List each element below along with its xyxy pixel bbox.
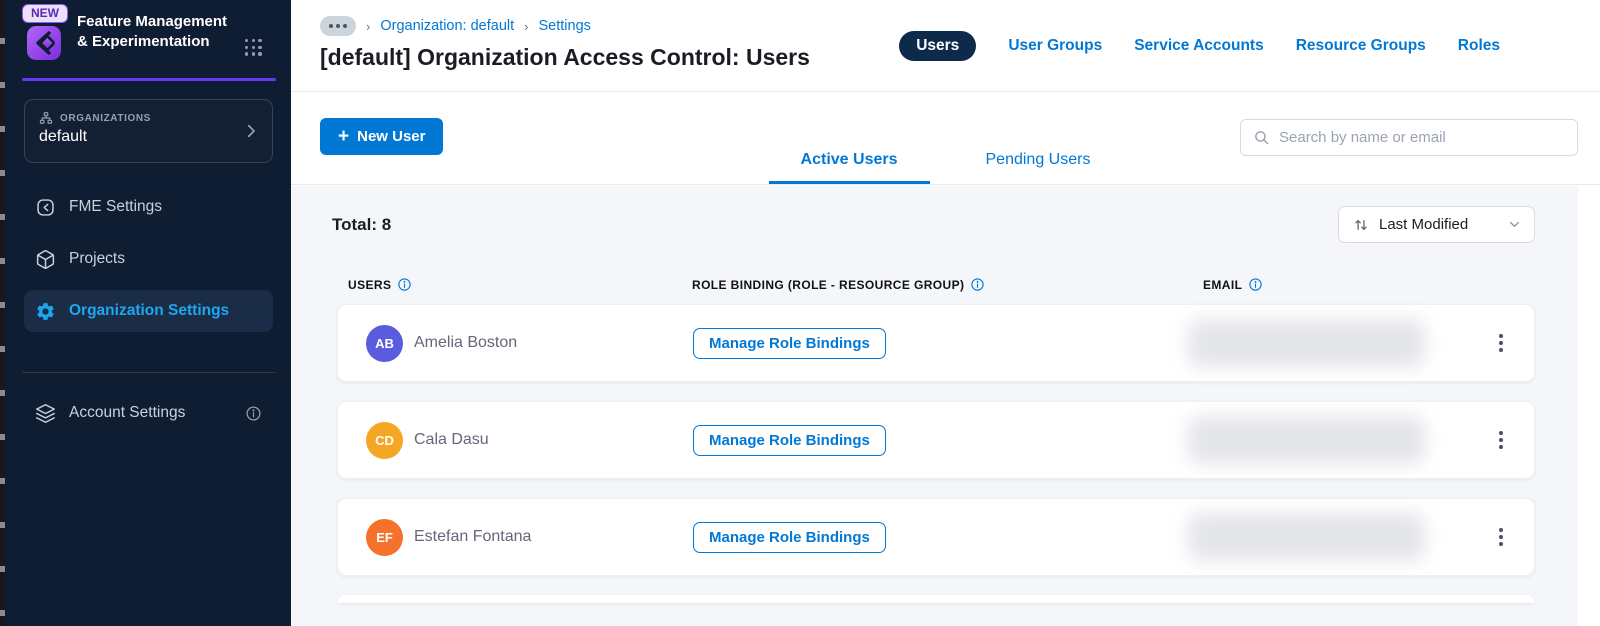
- info-icon[interactable]: [1248, 277, 1263, 292]
- new-badge: NEW: [22, 4, 68, 23]
- avatar: AB: [366, 324, 403, 362]
- column-header-users: USERS: [337, 277, 692, 292]
- org-chart-icon: [39, 111, 53, 125]
- table-row: CD Cala Dasu Manage Role Bindings: [337, 401, 1535, 479]
- sidebar: NEW Feature Management & Experimentation: [5, 0, 291, 626]
- breadcrumb-link-organization[interactable]: Organization: default: [380, 18, 514, 34]
- search-box[interactable]: [1240, 119, 1578, 156]
- sidebar-item-account-settings[interactable]: Account Settings: [24, 392, 273, 434]
- chevron-down-icon: [1507, 217, 1522, 232]
- access-control-tabs: Users User Groups Service Accounts Resou…: [899, 31, 1500, 61]
- sidebar-item-label: Projects: [69, 250, 125, 267]
- tab-service-accounts[interactable]: Service Accounts: [1134, 37, 1264, 55]
- breadcrumb: › Organization: default › Settings: [320, 16, 591, 36]
- table-row: EF Estefan Fontana Manage Role Bindings: [337, 498, 1535, 576]
- avatar: EF: [366, 518, 403, 556]
- cube-icon: [35, 249, 56, 270]
- page-title: [default] Organization Access Control: U…: [320, 44, 810, 70]
- email-redacted: [1188, 416, 1425, 464]
- breadcrumb-ellipsis-button[interactable]: [320, 16, 356, 36]
- search-icon: [1253, 129, 1270, 146]
- user-name: Cala Dasu: [414, 431, 489, 448]
- user-name: Amelia Boston: [414, 334, 518, 351]
- sidebar-item-label: Organization Settings: [69, 302, 230, 319]
- chevron-right-icon: [242, 122, 260, 140]
- row-menu-kebab-icon[interactable]: [1493, 522, 1509, 552]
- sidebar-item-label: FME Settings: [69, 198, 163, 215]
- chevron-separator: ›: [366, 18, 371, 34]
- info-icon[interactable]: [245, 405, 262, 422]
- main-content: › Organization: default › Settings [defa…: [291, 0, 1600, 626]
- sidebar-menu: FME Settings Projects Organization Setti…: [24, 186, 273, 342]
- tab-active-users[interactable]: Active Users: [768, 141, 930, 184]
- app-logo-icon: [27, 26, 61, 60]
- avatar: CD: [366, 421, 403, 459]
- info-icon[interactable]: [970, 277, 985, 292]
- layers-icon: [35, 403, 56, 424]
- row-menu-kebab-icon[interactable]: [1493, 328, 1509, 358]
- toolbar: + New User Active Users Pending Users: [291, 93, 1600, 185]
- users-panel: Total: 8 Last Modified USERS ROLE BINDIN…: [291, 186, 1578, 626]
- info-icon[interactable]: [397, 277, 412, 292]
- table-row: AB Amelia Boston Manage Role Bindings: [337, 304, 1535, 382]
- sort-arrows-icon: [1353, 217, 1369, 233]
- column-header-role-binding: ROLE BINDING (ROLE - RESOURCE GROUP): [692, 277, 1203, 292]
- sidebar-item-fme-settings[interactable]: FME Settings: [24, 186, 273, 228]
- manage-role-bindings-button[interactable]: Manage Role Bindings: [693, 327, 886, 359]
- apps-grid-icon[interactable]: [245, 39, 263, 57]
- total-count: Total: 8: [332, 214, 392, 234]
- row-menu-kebab-icon[interactable]: [1493, 425, 1509, 455]
- user-name: Estefan Fontana: [414, 528, 532, 545]
- tab-roles[interactable]: Roles: [1458, 37, 1500, 55]
- sidebar-item-label: Account Settings: [69, 404, 186, 421]
- gear-icon: [35, 301, 56, 322]
- app-title: Feature Management & Experimentation: [77, 13, 228, 50]
- breadcrumb-link-settings[interactable]: Settings: [539, 18, 591, 34]
- tab-users[interactable]: Users: [899, 31, 977, 61]
- sort-value: Last Modified: [1379, 216, 1469, 233]
- chevron-separator: ›: [524, 18, 529, 34]
- tab-resource-groups[interactable]: Resource Groups: [1296, 37, 1426, 55]
- brand-divider: [22, 78, 276, 81]
- column-header-email: EMAIL: [1203, 277, 1383, 292]
- sort-dropdown[interactable]: Last Modified: [1338, 206, 1535, 243]
- table-header-row: USERS ROLE BINDING (ROLE - RESOURCE GROU…: [337, 277, 1535, 292]
- table-row-partially-visible: [337, 595, 1535, 603]
- organization-selector[interactable]: ORGANIZATIONS default: [24, 99, 273, 163]
- manage-role-bindings-button[interactable]: Manage Role Bindings: [693, 424, 886, 456]
- org-selector-value: default: [39, 128, 88, 145]
- tab-user-groups[interactable]: User Groups: [1008, 37, 1102, 55]
- sidebar-divider: [22, 372, 276, 373]
- search-input[interactable]: [1279, 129, 1565, 146]
- org-selector-label: ORGANIZATIONS: [60, 112, 151, 124]
- manage-role-bindings-button[interactable]: Manage Role Bindings: [693, 521, 886, 553]
- tab-pending-users[interactable]: Pending Users: [954, 141, 1123, 184]
- email-redacted: [1188, 319, 1425, 367]
- sidebar-item-projects[interactable]: Projects: [24, 238, 273, 280]
- fme-settings-icon: [35, 197, 56, 218]
- page-header: › Organization: default › Settings [defa…: [291, 0, 1600, 92]
- email-redacted: [1188, 513, 1425, 561]
- sidebar-item-organization-settings[interactable]: Organization Settings: [24, 290, 273, 332]
